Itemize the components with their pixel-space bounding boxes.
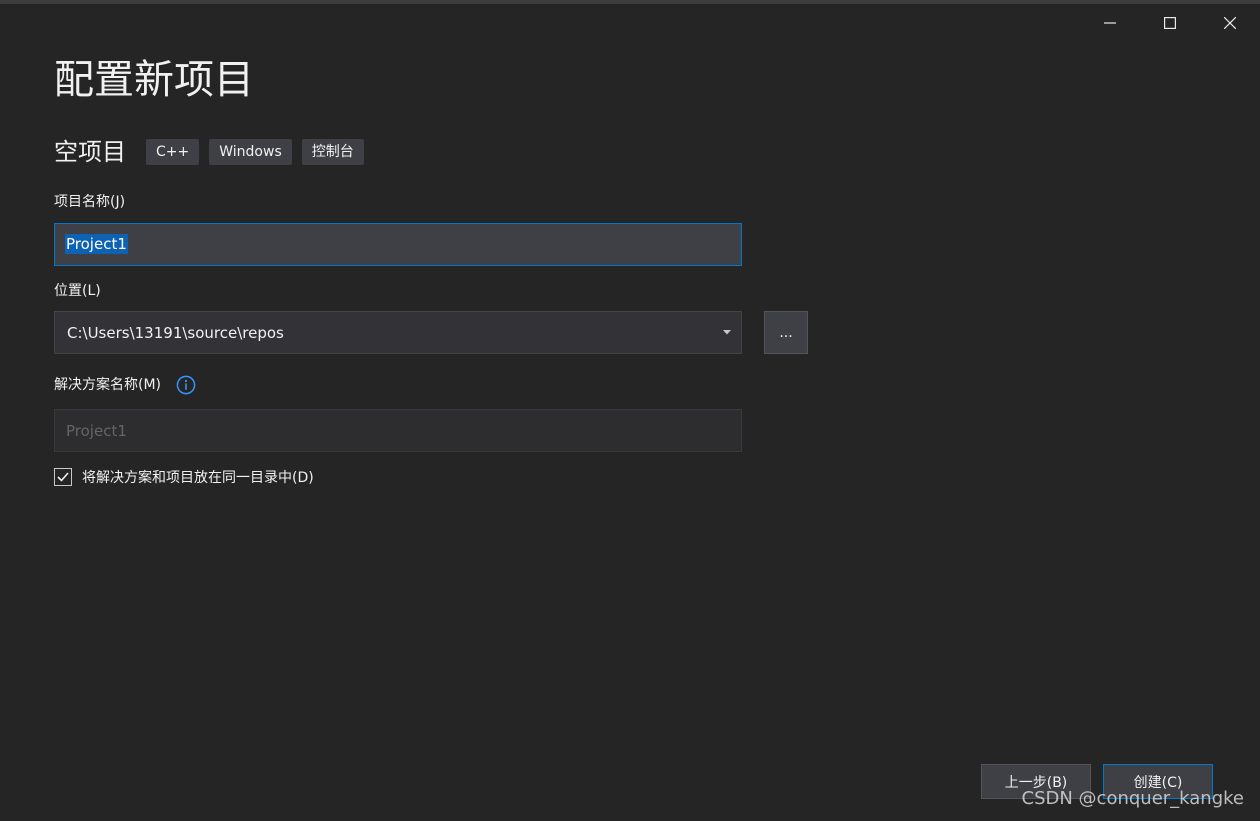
title-bar-strip	[0, 0, 1260, 4]
project-name-value: Project1	[65, 234, 128, 254]
checkmark-icon	[57, 472, 69, 482]
template-name: 空项目	[54, 138, 126, 166]
chevron-down-icon[interactable]	[717, 330, 737, 335]
close-button[interactable]	[1200, 4, 1260, 42]
tag-platform: Windows	[209, 139, 292, 165]
minimize-button[interactable]	[1080, 4, 1140, 42]
tag-project-type: 控制台	[301, 139, 364, 165]
location-label: 位置(L)	[54, 283, 101, 299]
watermark: CSDN @conquer_kangke	[1021, 788, 1245, 809]
same-directory-label: 将解决方案和项目放在同一目录中(D)	[82, 470, 314, 486]
minimize-icon	[1104, 22, 1116, 24]
project-name-label: 项目名称(J)	[54, 194, 126, 210]
solution-name-placeholder: Project1	[66, 422, 127, 440]
page-title: 配置新项目	[54, 57, 254, 103]
info-icon[interactable]	[176, 375, 196, 395]
browse-button[interactable]: ...	[764, 311, 808, 354]
location-combobox[interactable]: C:\Users\13191\source\repos	[54, 311, 742, 354]
template-info: 空项目 C++ Windows 控制台	[54, 138, 374, 166]
maximize-icon	[1164, 17, 1176, 29]
same-directory-checkbox[interactable]	[54, 468, 72, 486]
project-name-input[interactable]: Project1	[54, 223, 742, 266]
window-controls	[1080, 4, 1260, 42]
solution-name-input[interactable]: Project1	[54, 409, 742, 452]
close-icon	[1224, 17, 1236, 29]
same-directory-option[interactable]: 将解决方案和项目放在同一目录中(D)	[54, 467, 314, 487]
solution-name-label: 解决方案名称(M)	[54, 377, 162, 393]
maximize-button[interactable]	[1140, 4, 1200, 42]
location-value: C:\Users\13191\source\repos	[67, 323, 284, 342]
tag-language: C++	[146, 139, 200, 165]
